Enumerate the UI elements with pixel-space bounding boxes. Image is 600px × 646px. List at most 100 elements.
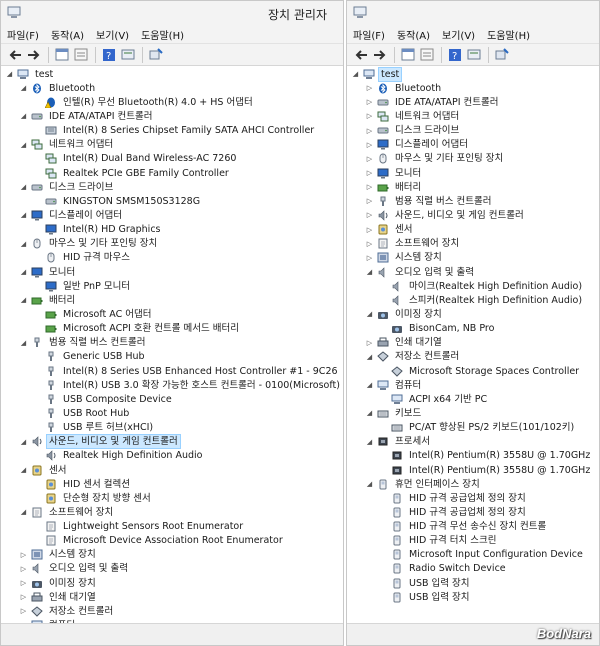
collapse-arrow-icon[interactable]: ◢	[19, 437, 28, 446]
menu-view[interactable]: 보기(V)	[442, 27, 475, 42]
tree-item-범용-직렬-버스-컨트롤러[interactable]: ▷ 범용 직렬 버스 컨트롤러	[347, 194, 599, 208]
expand-arrow-icon[interactable]: ▷	[365, 140, 374, 149]
collapse-arrow-icon[interactable]: ◢	[365, 352, 374, 361]
tree-item-generic-usb-hub[interactable]: Generic USB Hub	[1, 350, 343, 364]
tree-item-사운드-비디오-및-게임-컨트롤러[interactable]: ◢ 사운드, 비디오 및 게임 컨트롤러	[1, 434, 343, 450]
tree-item-intel-r-hd-graphics[interactable]: Intel(R) HD Graphics	[1, 223, 343, 237]
tree-item-realtek-high-definition-audio[interactable]: Realtek High Definition Audio	[1, 449, 343, 463]
tree-item-일반-pnp-모니터[interactable]: 일반 PnP 모니터	[1, 279, 343, 293]
tree-item-모니터[interactable]: ▷ 모니터	[347, 166, 599, 180]
tree-item-디스플레이-어댑터[interactable]: ▷ 디스플레이 어댑터	[347, 138, 599, 152]
tree-item-acpi-x64-기반-pc[interactable]: ACPI x64 기반 PC	[347, 392, 599, 406]
tree-item-lightweight-sensors-root-enumerator[interactable]: Lightweight Sensors Root Enumerator	[1, 520, 343, 534]
tree-item-컴퓨터[interactable]: ◢ 컴퓨터	[347, 378, 599, 392]
collapse-arrow-icon[interactable]: ◢	[19, 508, 28, 517]
tree-item-hid-규격-마우스[interactable]: HID 규격 마우스	[1, 251, 343, 265]
tree-item-test[interactable]: ◢ test	[1, 67, 343, 81]
expand-arrow-icon[interactable]: ▷	[19, 579, 28, 588]
tree-item-intel-r-pentium-r-3558u-1-70ghz[interactable]: Intel(R) Pentium(R) 3558U @ 1.70GHz	[347, 463, 599, 477]
expand-arrow-icon[interactable]: ▷	[365, 154, 374, 163]
tree-item-디스크-드라이브[interactable]: ◢ 디스크 드라이브	[1, 180, 343, 194]
tree-item-이미징-장치[interactable]: ◢ 이미징 장치	[347, 307, 599, 321]
tree-item-realtek-pcie-gbe-family-controller[interactable]: Realtek PCIe GBE Family Controller	[1, 166, 343, 180]
help-icon[interactable]: ?	[447, 47, 463, 63]
expand-arrow-icon[interactable]: ▷	[365, 211, 374, 220]
tree-item-hid-규격-공급업체-정의-장치[interactable]: HID 규격 공급업체 정의 장치	[347, 491, 599, 505]
tree-item-오디오-입력-및-출력[interactable]: ◢ 오디오 입력 및 출력	[347, 265, 599, 279]
menu-help[interactable]: 도움말(H)	[487, 27, 530, 42]
tree-item-네트워크-어댑터[interactable]: ▷ 네트워크 어댑터	[347, 109, 599, 123]
tree-item-배터리[interactable]: ▷ 배터리	[347, 180, 599, 194]
tree-item-hid-센서-컬렉션[interactable]: HID 센서 컬렉션	[1, 477, 343, 491]
collapse-arrow-icon[interactable]: ◢	[19, 112, 28, 121]
tree-item-microsoft-device-association-root-enumer[interactable]: Microsoft Device Association Root Enumer…	[1, 534, 343, 548]
tree-item-usb-입력-장치[interactable]: USB 입력 장치	[347, 576, 599, 590]
tree-item-시스템-장치[interactable]: ▷ 시스템 장치	[1, 548, 343, 562]
tree-item-인쇄-대기열[interactable]: ▷ 인쇄 대기열	[1, 590, 343, 604]
update-driver-icon[interactable]	[494, 47, 510, 63]
tree-item-저장소-컨트롤러[interactable]: ▷ 저장소 컨트롤러	[1, 604, 343, 618]
tree-item-hid-규격-터치-스크린[interactable]: HID 규격 터치 스크린	[347, 534, 599, 548]
collapse-arrow-icon[interactable]: ◢	[351, 70, 360, 79]
expand-arrow-icon[interactable]: ▷	[365, 338, 374, 347]
collapse-arrow-icon[interactable]: ◢	[19, 239, 28, 248]
tree-item-bluetooth[interactable]: ◢ Bluetooth	[1, 81, 343, 95]
collapse-arrow-icon[interactable]: ◢	[365, 437, 374, 446]
menu-help[interactable]: 도움말(H)	[141, 27, 184, 42]
menu-file[interactable]: 파일(F)	[7, 27, 39, 42]
update-driver-icon[interactable]	[148, 47, 164, 63]
tree-item-센서[interactable]: ▷ 센서	[347, 223, 599, 237]
tree-item-usb-root-hub[interactable]: USB Root Hub	[1, 406, 343, 420]
tree-item-배터리[interactable]: ◢ 배터리	[1, 293, 343, 307]
tree-item-intel-r-8-series-chipset-family-sata-ahc[interactable]: Intel(R) 8 Series Chipset Family SATA AH…	[1, 124, 343, 138]
tree-item-이미징-장치[interactable]: ▷ 이미징 장치	[1, 576, 343, 590]
collapse-arrow-icon[interactable]: ◢	[19, 268, 28, 277]
tree-item-bisoncam-nb-pro[interactable]: BisonCam, NB Pro	[347, 322, 599, 336]
tree-item-센서[interactable]: ◢ 센서	[1, 463, 343, 477]
collapse-arrow-icon[interactable]: ◢	[19, 84, 28, 93]
back-arrow-icon[interactable]	[353, 47, 369, 63]
expand-arrow-icon[interactable]: ▷	[19, 607, 28, 616]
expand-arrow-icon[interactable]: ▷	[365, 253, 374, 262]
show-hidden-icon[interactable]	[419, 47, 435, 63]
tree-item-네트워크-어댑터[interactable]: ◢ 네트워크 어댑터	[1, 138, 343, 152]
tree-item-휴먼-인터페이스-장치[interactable]: ◢ 휴먼 인터페이스 장치	[347, 477, 599, 491]
collapse-arrow-icon[interactable]: ◢	[365, 310, 374, 319]
tree-item-hid-규격-공급업체-정의-장치[interactable]: HID 규격 공급업체 정의 장치	[347, 505, 599, 519]
expand-arrow-icon[interactable]: ▷	[365, 126, 374, 135]
tree-item-소프트웨어-장치[interactable]: ▷ 소프트웨어 장치	[347, 237, 599, 251]
collapse-arrow-icon[interactable]: ◢	[365, 381, 374, 390]
tree-item-radio-switch-device[interactable]: Radio Switch Device	[347, 562, 599, 576]
collapse-arrow-icon[interactable]: ◢	[365, 409, 374, 418]
tree-item-스피커-realtek-high-definition-audio[interactable]: 스피커(Realtek High Definition Audio)	[347, 293, 599, 307]
forward-arrow-icon[interactable]	[26, 47, 42, 63]
menu-action[interactable]: 동작(A)	[51, 27, 84, 42]
tree-item-ide-ata-atapi-컨트롤러[interactable]: ◢ IDE ATA/ATAPI 컨트롤러	[1, 109, 343, 123]
tree-item-hid-규격-무선-송수신-장치-컨트롤[interactable]: HID 규격 무선 송수신 장치 컨트롤	[347, 520, 599, 534]
collapse-arrow-icon[interactable]: ◢	[19, 466, 28, 475]
tree-item-usb-입력-장치[interactable]: USB 입력 장치	[347, 590, 599, 604]
expand-arrow-icon[interactable]: ▷	[365, 239, 374, 248]
collapse-arrow-icon[interactable]: ◢	[5, 70, 14, 79]
tree-item-디스크-드라이브[interactable]: ▷ 디스크 드라이브	[347, 124, 599, 138]
tree-item-microsoft-input-configuration-device[interactable]: Microsoft Input Configuration Device	[347, 548, 599, 562]
show-hidden-icon[interactable]	[73, 47, 89, 63]
tree-item-마이크-realtek-high-definition-audio[interactable]: 마이크(Realtek High Definition Audio)	[347, 279, 599, 293]
expand-arrow-icon[interactable]: ▷	[365, 197, 374, 206]
tree-item-intel-r-usb-3-0-확장-가능한-호스트-컨트롤러-0100-mic[interactable]: Intel(R) USB 3.0 확장 가능한 호스트 컨트롤러 - 0100(…	[1, 378, 343, 392]
menu-file[interactable]: 파일(F)	[353, 27, 385, 42]
collapse-arrow-icon[interactable]: ◢	[365, 480, 374, 489]
tree-item-디스플레이-어댑터[interactable]: ◢ 디스플레이 어댑터	[1, 208, 343, 222]
help-icon[interactable]: ?	[101, 47, 117, 63]
tree-item-bluetooth[interactable]: ▷ Bluetooth	[347, 81, 599, 95]
tree-item-인텔-r-무선-bluetooth-r-4-0-hs-어댑터[interactable]: 인텔(R) 무선 Bluetooth(R) 4.0 + HS 어댑터	[1, 95, 343, 109]
tree-item-ide-ata-atapi-컨트롤러[interactable]: ▷ IDE ATA/ATAPI 컨트롤러	[347, 95, 599, 109]
tree-item-kingston-smsm150s3128g[interactable]: KINGSTON SMSM150S3128G	[1, 194, 343, 208]
tree-item-프로세서[interactable]: ◢ 프로세서	[347, 435, 599, 449]
forward-arrow-icon[interactable]	[372, 47, 388, 63]
collapse-arrow-icon[interactable]: ◢	[365, 268, 374, 277]
expand-arrow-icon[interactable]: ▷	[365, 98, 374, 107]
properties-icon[interactable]	[400, 47, 416, 63]
tree-item-pc-at-향상된-ps-2-키보드-101-102키[interactable]: PC/AT 향상된 PS/2 키보드(101/102키)	[347, 421, 599, 435]
collapse-arrow-icon[interactable]: ◢	[19, 140, 28, 149]
